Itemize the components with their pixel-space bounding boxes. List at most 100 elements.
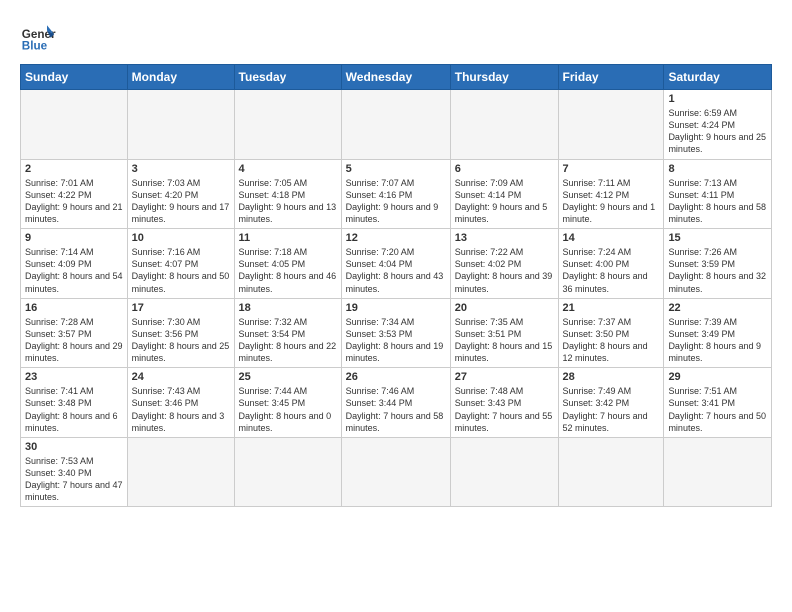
day-info: Sunrise: 7:22 AM Sunset: 4:02 PM Dayligh… — [455, 246, 554, 295]
day-info: Sunrise: 7:41 AM Sunset: 3:48 PM Dayligh… — [25, 385, 123, 434]
day-info: Sunrise: 7:30 AM Sunset: 3:56 PM Dayligh… — [132, 316, 230, 365]
calendar-cell: 30 Sunrise: 7:53 AM Sunset: 3:40 PM Dayli… — [21, 437, 128, 507]
calendar-cell — [234, 437, 341, 507]
calendar-cell: 8Sunrise: 7:13 AM Sunset: 4:11 PM Daylig… — [664, 159, 772, 229]
day-number: 4 — [239, 163, 337, 175]
day-number: 14 — [563, 232, 660, 244]
day-number: 29 — [668, 371, 767, 383]
day-info: Sunrise: 7:43 AM Sunset: 3:46 PM Dayligh… — [132, 385, 230, 434]
day-info: Sunrise: 7:03 AM Sunset: 4:20 PM Dayligh… — [132, 177, 230, 226]
logo: General Blue — [20, 18, 56, 54]
calendar-cell: 23Sunrise: 7:41 AM Sunset: 3:48 PM Dayli… — [21, 368, 128, 438]
calendar-cell: 4 Sunrise: 7:05 AM Sunset: 4:18 PM Daylig… — [234, 159, 341, 229]
week-row-6: 30 Sunrise: 7:53 AM Sunset: 3:40 PM Dayli… — [21, 437, 772, 507]
weekday-header-thursday: Thursday — [450, 65, 558, 90]
calendar-cell: 17 Sunrise: 7:30 AM Sunset: 3:56 PM Dayli… — [127, 298, 234, 368]
day-info: Sunrise: 7:20 AM Sunset: 4:04 PM Dayligh… — [346, 246, 446, 295]
calendar-cell — [558, 90, 664, 160]
day-number: 16 — [25, 302, 123, 314]
calendar-cell: 27 Sunrise: 7:48 AM Sunset: 3:43 PM Dayli… — [450, 368, 558, 438]
day-number: 6 — [455, 163, 554, 175]
calendar-cell: 15 Sunrise: 7:26 AM Sunset: 3:59 PM Dayli… — [664, 229, 772, 299]
calendar-cell — [127, 90, 234, 160]
calendar-cell: 3 Sunrise: 7:03 AM Sunset: 4:20 PM Daylig… — [127, 159, 234, 229]
calendar-cell: 18 Sunrise: 7:32 AM Sunset: 3:54 PM Dayli… — [234, 298, 341, 368]
day-number: 2 — [25, 163, 123, 175]
weekday-header-tuesday: Tuesday — [234, 65, 341, 90]
calendar-cell: 24 Sunrise: 7:43 AM Sunset: 3:46 PM Dayli… — [127, 368, 234, 438]
calendar-cell — [450, 90, 558, 160]
calendar-cell — [234, 90, 341, 160]
day-info: Sunrise: 7:24 AM Sunset: 4:00 PM Dayligh… — [563, 246, 660, 295]
day-info: Sunrise: 7:37 AM Sunset: 3:50 PM Dayligh… — [563, 316, 660, 365]
weekday-header-monday: Monday — [127, 65, 234, 90]
day-number: 11 — [239, 232, 337, 244]
weekday-header-sunday: Sunday — [21, 65, 128, 90]
day-number: 12 — [346, 232, 446, 244]
day-number: 13 — [455, 232, 554, 244]
day-info: Sunrise: 7:28 AM Sunset: 3:57 PM Dayligh… — [25, 316, 123, 365]
day-number: 5 — [346, 163, 446, 175]
calendar-cell: 13 Sunrise: 7:22 AM Sunset: 4:02 PM Dayli… — [450, 229, 558, 299]
calendar-cell: 1Sunrise: 6:59 AM Sunset: 4:24 PM Daylig… — [664, 90, 772, 160]
calendar-cell: 21 Sunrise: 7:37 AM Sunset: 3:50 PM Dayli… — [558, 298, 664, 368]
day-number: 28 — [563, 371, 660, 383]
calendar-cell: 9 Sunrise: 7:14 AM Sunset: 4:09 PM Daylig… — [21, 229, 128, 299]
day-number: 15 — [668, 232, 767, 244]
day-number: 10 — [132, 232, 230, 244]
day-number: 9 — [25, 232, 123, 244]
day-number: 17 — [132, 302, 230, 314]
day-number: 1 — [668, 93, 767, 105]
day-number: 3 — [132, 163, 230, 175]
day-number: 21 — [563, 302, 660, 314]
day-info: Sunrise: 7:16 AM Sunset: 4:07 PM Dayligh… — [132, 246, 230, 295]
day-info: Sunrise: 7:09 AM Sunset: 4:14 PM Dayligh… — [455, 177, 554, 226]
day-info: Sunrise: 7:11 AM Sunset: 4:12 PM Dayligh… — [563, 177, 660, 226]
day-info: Sunrise: 7:46 AM Sunset: 3:44 PM Dayligh… — [346, 385, 446, 434]
calendar-cell — [127, 437, 234, 507]
day-number: 24 — [132, 371, 230, 383]
day-info: Sunrise: 7:18 AM Sunset: 4:05 PM Dayligh… — [239, 246, 337, 295]
day-info: Sunrise: 7:48 AM Sunset: 3:43 PM Dayligh… — [455, 385, 554, 434]
calendar-cell: 25 Sunrise: 7:44 AM Sunset: 3:45 PM Dayli… — [234, 368, 341, 438]
calendar-cell: 6 Sunrise: 7:09 AM Sunset: 4:14 PM Daylig… — [450, 159, 558, 229]
calendar-cell: 19Sunrise: 7:34 AM Sunset: 3:53 PM Dayli… — [341, 298, 450, 368]
calendar-cell: 28 Sunrise: 7:49 AM Sunset: 3:42 PM Dayli… — [558, 368, 664, 438]
day-info: Sunrise: 7:26 AM Sunset: 3:59 PM Dayligh… — [668, 246, 767, 295]
calendar-cell: 12 Sunrise: 7:20 AM Sunset: 4:04 PM Dayli… — [341, 229, 450, 299]
calendar-cell — [341, 437, 450, 507]
calendar-cell: 26Sunrise: 7:46 AM Sunset: 3:44 PM Dayli… — [341, 368, 450, 438]
calendar-cell: 20Sunrise: 7:35 AM Sunset: 3:51 PM Dayli… — [450, 298, 558, 368]
day-info: Sunrise: 7:35 AM Sunset: 3:51 PM Dayligh… — [455, 316, 554, 365]
calendar-cell: 11 Sunrise: 7:18 AM Sunset: 4:05 PM Dayli… — [234, 229, 341, 299]
svg-text:Blue: Blue — [22, 40, 48, 53]
calendar-cell — [558, 437, 664, 507]
calendar-cell: 7Sunrise: 7:11 AM Sunset: 4:12 PM Daylig… — [558, 159, 664, 229]
calendar-cell — [341, 90, 450, 160]
day-number: 27 — [455, 371, 554, 383]
weekday-header-wednesday: Wednesday — [341, 65, 450, 90]
calendar-cell: 16 Sunrise: 7:28 AM Sunset: 3:57 PM Dayli… — [21, 298, 128, 368]
day-info: Sunrise: 7:53 AM Sunset: 3:40 PM Dayligh… — [25, 455, 123, 504]
day-info: Sunrise: 7:49 AM Sunset: 3:42 PM Dayligh… — [563, 385, 660, 434]
week-row-5: 23Sunrise: 7:41 AM Sunset: 3:48 PM Dayli… — [21, 368, 772, 438]
page: General Blue SundayMondayTuesdayWednesda… — [0, 0, 792, 517]
day-number: 8 — [668, 163, 767, 175]
week-row-1: 1Sunrise: 6:59 AM Sunset: 4:24 PM Daylig… — [21, 90, 772, 160]
week-row-3: 9 Sunrise: 7:14 AM Sunset: 4:09 PM Daylig… — [21, 229, 772, 299]
calendar-cell — [664, 437, 772, 507]
day-info: Sunrise: 7:51 AM Sunset: 3:41 PM Dayligh… — [668, 385, 767, 434]
day-info: Sunrise: 7:32 AM Sunset: 3:54 PM Dayligh… — [239, 316, 337, 365]
day-info: Sunrise: 7:05 AM Sunset: 4:18 PM Dayligh… — [239, 177, 337, 226]
day-info: Sunrise: 7:44 AM Sunset: 3:45 PM Dayligh… — [239, 385, 337, 434]
weekday-header-row: SundayMondayTuesdayWednesdayThursdayFrid… — [21, 65, 772, 90]
calendar-cell — [450, 437, 558, 507]
day-number: 25 — [239, 371, 337, 383]
calendar-cell: 22Sunrise: 7:39 AM Sunset: 3:49 PM Dayli… — [664, 298, 772, 368]
day-info: Sunrise: 7:14 AM Sunset: 4:09 PM Dayligh… — [25, 246, 123, 295]
day-number: 18 — [239, 302, 337, 314]
calendar-cell: 14 Sunrise: 7:24 AM Sunset: 4:00 PM Dayli… — [558, 229, 664, 299]
weekday-header-saturday: Saturday — [664, 65, 772, 90]
calendar-table: SundayMondayTuesdayWednesdayThursdayFrid… — [20, 64, 772, 507]
day-number: 30 — [25, 441, 123, 453]
